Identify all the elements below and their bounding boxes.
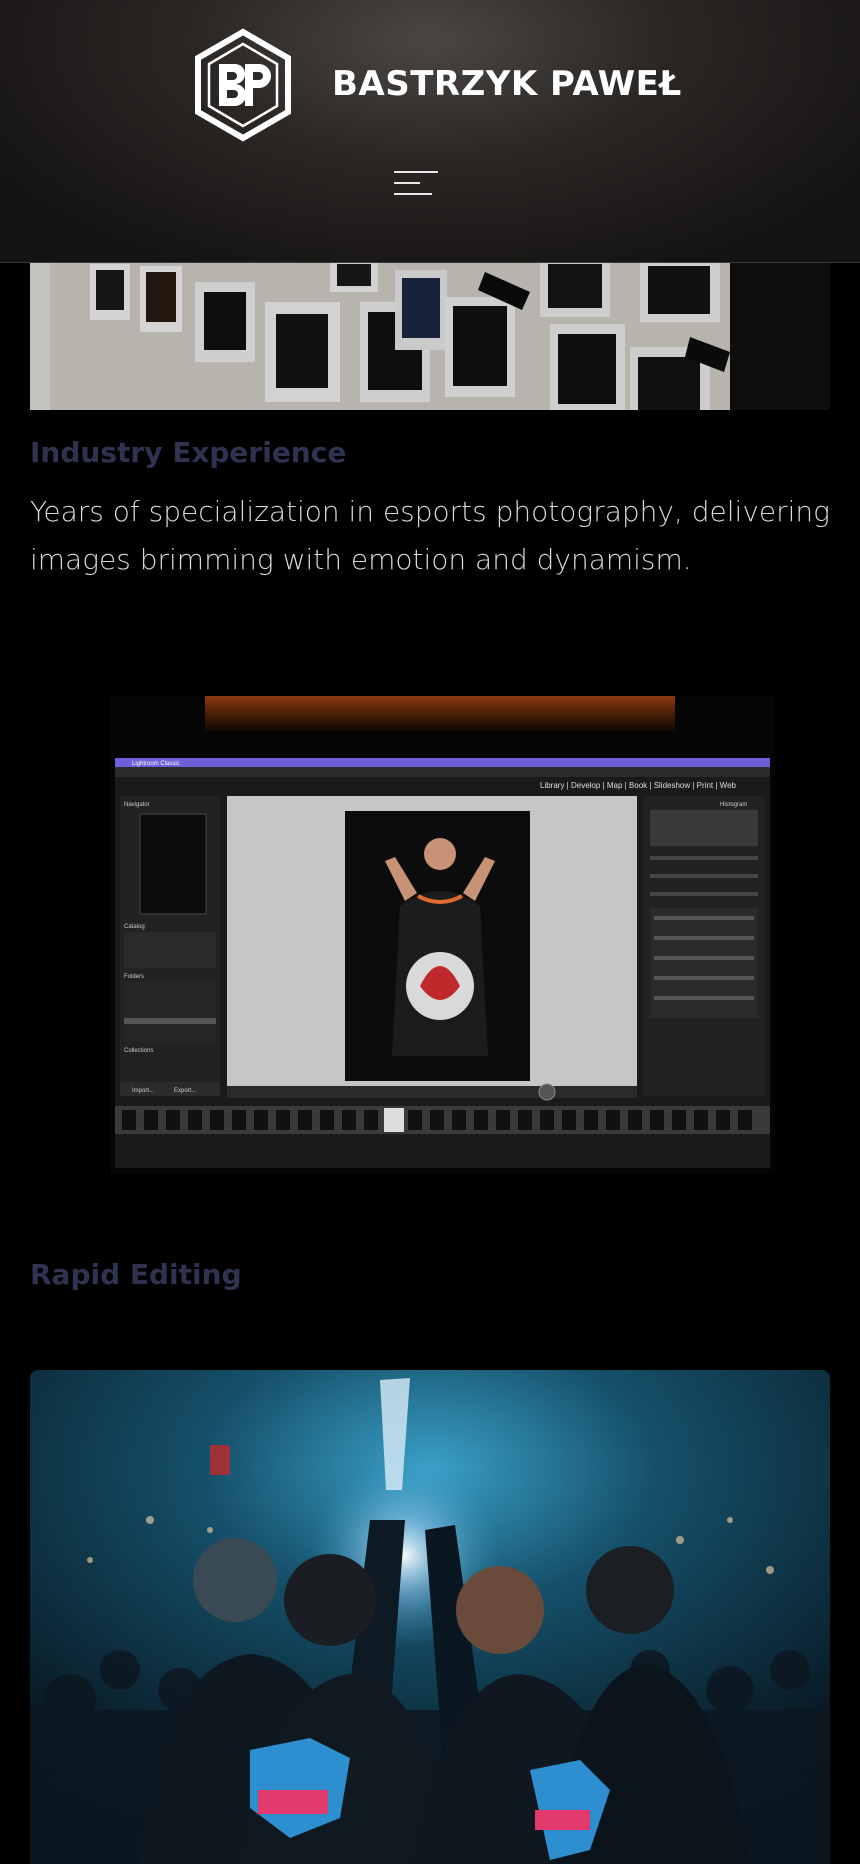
svg-text:Navigator: Navigator	[124, 802, 150, 808]
section-heading-experience: Industry Experience	[30, 436, 347, 469]
photo-wall-image	[30, 262, 830, 410]
section-text-experience: Years of specialization in esports photo…	[30, 495, 830, 576]
svg-text:Histogram: Histogram	[720, 802, 747, 808]
svg-text:Folders: Folders	[124, 974, 144, 980]
lightroom-editing-image: Lightroom Classic Library | Develop | Ma…	[110, 696, 775, 1174]
lr-app-menu: Lightroom Classic	[132, 761, 180, 767]
trophy-celebration-image	[30, 1370, 830, 1864]
logo-icon[interactable]	[193, 28, 293, 142]
site-header: BASTRZYK PAWEŁ	[0, 0, 860, 263]
section-heading-rapid-editing: Rapid Editing	[30, 1258, 242, 1291]
hamburger-menu-icon[interactable]	[394, 168, 440, 200]
brand-name[interactable]: BASTRZYK PAWEŁ	[332, 64, 682, 104]
svg-text:Collections: Collections	[124, 1048, 153, 1054]
svg-text:Export...: Export...	[174, 1088, 197, 1094]
svg-text:Import...: Import...	[132, 1088, 154, 1094]
lr-modules: Library | Develop | Map | Book | Slidesh…	[540, 781, 737, 790]
svg-text:Catalog: Catalog	[124, 924, 145, 930]
